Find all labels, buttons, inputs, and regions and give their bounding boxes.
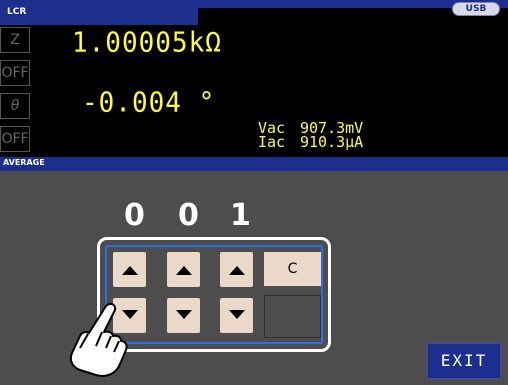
usb-badge: USB: [452, 2, 500, 16]
ones-up-button[interactable]: [220, 252, 253, 287]
measurement-area: Z OFF θ OFF 1.00005kΩ -0.004 ° Vac 907.3…: [0, 25, 508, 157]
digit-tens: 0: [178, 198, 199, 233]
exit-button[interactable]: EXIT: [427, 343, 501, 379]
tens-down-button[interactable]: [167, 298, 200, 333]
theta-value: -0.004 °: [82, 87, 216, 119]
ones-down-button[interactable]: [220, 298, 253, 333]
mode-title: LCR: [0, 0, 198, 25]
pointing-hand-icon: [69, 302, 128, 377]
triangle-up-icon: [122, 266, 138, 275]
param-4-box[interactable]: OFF: [0, 126, 30, 152]
clear-button[interactable]: C: [264, 252, 321, 286]
hundreds-up-button[interactable]: [113, 252, 146, 287]
param-3-box[interactable]: θ: [0, 93, 30, 119]
triangle-up-icon: [176, 266, 192, 275]
param-2-box[interactable]: OFF: [0, 60, 30, 86]
triangle-down-icon: [229, 310, 245, 319]
digit-ones: 1: [230, 198, 251, 233]
status-header: LCR USB: [0, 0, 508, 25]
z-value: 1.00005kΩ: [72, 27, 222, 59]
digit-hundreds: 0: [124, 198, 145, 233]
param-1-box[interactable]: Z: [0, 27, 30, 53]
iac-label: Iac: [258, 133, 286, 151]
average-title-bar: AVERAGE: [0, 157, 508, 171]
tens-up-button[interactable]: [167, 252, 200, 287]
average-title: AVERAGE: [3, 158, 83, 170]
triangle-down-icon: [176, 310, 192, 319]
iac-value: 910.3μA: [300, 133, 364, 151]
empty-key-slot: [264, 295, 321, 338]
triangle-up-icon: [229, 266, 245, 275]
